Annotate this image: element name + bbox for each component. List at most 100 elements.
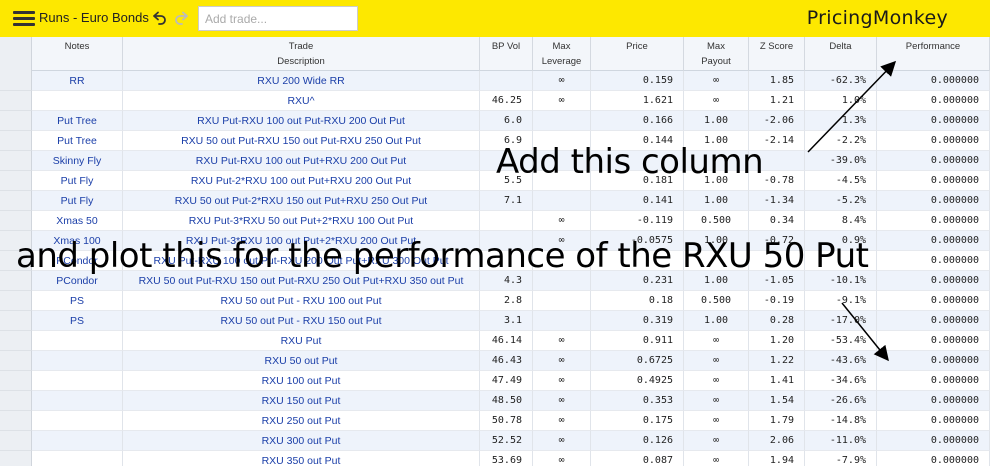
cell-bpvol[interactable]: 46.14 (480, 331, 533, 351)
table-row[interactable]: RXU 350 out Put 53.69 ∞ 0.087 ∞ 1.94 -7.9% 0.00… (0, 451, 990, 466)
cell-bpvol[interactable] (480, 71, 533, 91)
row-gutter[interactable] (0, 251, 32, 271)
cell-delta[interactable]: -9.1% (805, 291, 877, 311)
cell-price[interactable]: -0.0575 (591, 231, 684, 251)
row-gutter[interactable] (0, 351, 32, 371)
table-row[interactable]: PCondor RXU 50 out Put-RXU 150 out Put-RX… (0, 271, 990, 291)
cell-desc[interactable]: RXU Put-3*RXU 100 out Put+2*RXU 200 Out … (123, 231, 480, 251)
cell-bpvol[interactable]: 47.49 (480, 371, 533, 391)
cell-perf[interactable]: 0.000000 (877, 271, 990, 291)
row-gutter[interactable] (0, 271, 32, 291)
cell-notes[interactable]: Put Tree (32, 111, 123, 131)
cell-notes[interactable]: Skinny Fly (32, 151, 123, 171)
cell-desc[interactable]: RXU 50 out Put-RXU 150 out Put-RXU 250 O… (123, 131, 480, 151)
cell-delta[interactable]: -26.6% (805, 391, 877, 411)
cell-perf[interactable]: 0.000000 (877, 391, 990, 411)
cell-price[interactable]: 0.141 (591, 191, 684, 211)
cell-maxpay[interactable]: 1.00 (684, 271, 749, 291)
cell-perf[interactable]: 0.000000 (877, 371, 990, 391)
cell-zscore[interactable]: -1.05 (749, 271, 805, 291)
cell-maxpay[interactable]: 1.00 (684, 231, 749, 251)
table-row[interactable]: PCondor RXU Put-RXU 100 out Put-RXU 200 O… (0, 251, 990, 271)
cell-bpvol[interactable] (480, 231, 533, 251)
cell-perf[interactable]: 0.000000 (877, 151, 990, 171)
column-header-notes[interactable]: Notes (32, 37, 123, 71)
cell-delta[interactable]: -34.6% (805, 371, 877, 391)
cell-notes[interactable]: RR (32, 71, 123, 91)
cell-zscore[interactable]: 1.94 (749, 451, 805, 466)
cell-notes[interactable]: Xmas 50 (32, 211, 123, 231)
cell-maxlev[interactable] (533, 271, 591, 291)
cell-maxpay[interactable]: 0.500 (684, 211, 749, 231)
cell-bpvol[interactable]: 6.0 (480, 111, 533, 131)
table-row[interactable]: RXU^ 46.25 ∞ 1.621 ∞ 1.21 1.0% 0.000000 (0, 91, 990, 111)
cell-desc[interactable]: RXU Put-RXU 100 out Put-RXU 200 Out Put (123, 111, 480, 131)
cell-maxlev[interactable]: ∞ (533, 411, 591, 431)
row-gutter[interactable] (0, 411, 32, 431)
cell-perf[interactable]: 0.000000 (877, 331, 990, 351)
row-gutter[interactable] (0, 311, 32, 331)
cell-price[interactable] (591, 251, 684, 271)
cell-maxpay[interactable]: 1.00 (684, 191, 749, 211)
cell-maxlev[interactable]: ∞ (533, 91, 591, 111)
redo-icon[interactable] (173, 9, 191, 27)
cell-zscore[interactable] (749, 151, 805, 171)
cell-zscore[interactable]: -0.19 (749, 291, 805, 311)
cell-maxpay[interactable]: 1.00 (684, 131, 749, 151)
row-gutter[interactable] (0, 111, 32, 131)
cell-desc[interactable]: RXU 150 out Put (123, 391, 480, 411)
cell-delta[interactable]: -7.9% (805, 451, 877, 466)
cell-desc[interactable]: RXU Put-2*RXU 100 out Put+RXU 200 Out Pu… (123, 171, 480, 191)
add-trade-input[interactable] (198, 6, 358, 31)
cell-desc[interactable]: RXU 50 out Put - RXU 150 out Put (123, 311, 480, 331)
cell-delta[interactable]: 8.4% (805, 211, 877, 231)
cell-maxlev[interactable] (533, 111, 591, 131)
row-gutter[interactable] (0, 131, 32, 151)
cell-notes[interactable] (32, 431, 123, 451)
cell-bpvol[interactable] (480, 211, 533, 231)
cell-perf[interactable]: 0.000000 (877, 451, 990, 466)
table-row[interactable]: RXU Put 46.14 ∞ 0.911 ∞ 1.20 -53.4% 0.000000 (0, 331, 990, 351)
cell-price[interactable]: 0.159 (591, 71, 684, 91)
cell-desc[interactable]: RXU^ (123, 91, 480, 111)
cell-notes[interactable] (32, 371, 123, 391)
cell-price[interactable]: 0.911 (591, 331, 684, 351)
cell-price[interactable]: 0.144 (591, 131, 684, 151)
cell-perf[interactable]: 0.000000 (877, 111, 990, 131)
cell-zscore[interactable] (749, 251, 805, 271)
cell-desc[interactable]: RXU 300 out Put (123, 431, 480, 451)
cell-price[interactable]: 0.18 (591, 291, 684, 311)
row-gutter[interactable] (0, 91, 32, 111)
cell-zscore[interactable]: 0.28 (749, 311, 805, 331)
cell-maxlev[interactable] (533, 191, 591, 211)
row-gutter[interactable] (0, 151, 32, 171)
cell-maxlev[interactable]: ∞ (533, 391, 591, 411)
cell-perf[interactable]: 0.000000 (877, 211, 990, 231)
column-header-zscore[interactable]: Z Score (749, 37, 805, 71)
cell-zscore[interactable]: 1.54 (749, 391, 805, 411)
table-row[interactable]: Put Fly RXU Put-2*RXU 100 out Put+RXU 200… (0, 171, 990, 191)
cell-maxlev[interactable] (533, 311, 591, 331)
table-row[interactable]: Skinny Fly RXU Put-RXU 100 out Put+RXU 20… (0, 151, 990, 171)
column-header-maxlev[interactable]: Max Leverage (533, 37, 591, 71)
cell-desc[interactable]: RXU 200 Wide RR (123, 71, 480, 91)
cell-maxpay[interactable]: ∞ (684, 431, 749, 451)
cell-delta[interactable]: -53.4% (805, 331, 877, 351)
cell-maxlev[interactable]: ∞ (533, 431, 591, 451)
cell-maxlev[interactable]: ∞ (533, 371, 591, 391)
cell-price[interactable] (591, 151, 684, 171)
cell-notes[interactable]: PS (32, 291, 123, 311)
column-header-price[interactable]: Price (591, 37, 684, 71)
cell-desc[interactable]: RXU 350 out Put (123, 451, 480, 466)
cell-maxlev[interactable] (533, 291, 591, 311)
cell-maxpay[interactable]: 1.00 (684, 111, 749, 131)
cell-maxpay[interactable]: ∞ (684, 371, 749, 391)
cell-delta[interactable]: 1.3% (805, 111, 877, 131)
cell-zscore[interactable]: 1.21 (749, 91, 805, 111)
column-header-maxpay[interactable]: Max Payout (684, 37, 749, 71)
cell-notes[interactable] (32, 91, 123, 111)
cell-zscore[interactable]: 1.85 (749, 71, 805, 91)
table-row[interactable]: RXU 50 out Put 46.43 ∞ 0.6725 ∞ 1.22 -43.6% 0.0… (0, 351, 990, 371)
cell-maxlev[interactable] (533, 251, 591, 271)
cell-bpvol[interactable]: 4.3 (480, 271, 533, 291)
